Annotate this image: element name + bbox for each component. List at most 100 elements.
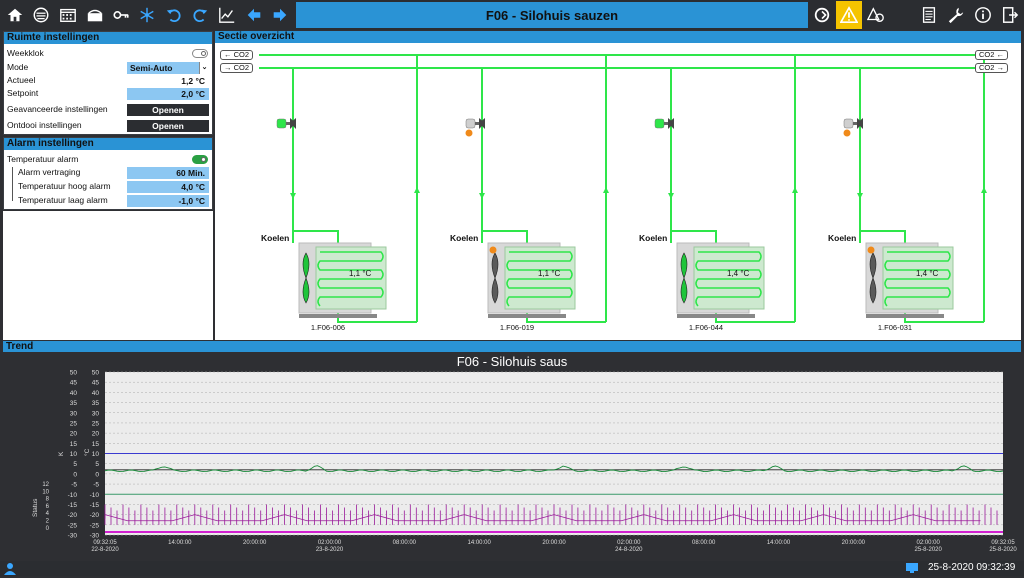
laag-input[interactable]: -1,0 °C xyxy=(127,195,209,207)
arrow-right-icon[interactable] xyxy=(268,2,292,28)
y-tick-label: 5 xyxy=(95,461,99,468)
unit-temp: 1,1 °C xyxy=(349,269,372,278)
y-tick-label-k: 10 xyxy=(70,451,78,458)
y-tick-label: 10 xyxy=(92,451,100,458)
undo-icon[interactable] xyxy=(162,2,186,28)
y-tick-label-k: -10 xyxy=(68,492,78,499)
y-tick-label-k: 40 xyxy=(70,390,78,397)
arrow-left-icon[interactable] xyxy=(242,2,266,28)
temp-alarm-toggle[interactable] xyxy=(192,155,208,164)
x-tick-label: 20:00:00 xyxy=(542,540,566,546)
y-tick-label-k: 45 xyxy=(70,380,78,387)
calendar-icon[interactable] xyxy=(56,2,80,28)
status-axis-label: Status xyxy=(32,498,39,517)
y-tick-label-k: 5 xyxy=(73,461,77,468)
laag-label: Temperatuur laag alarm xyxy=(18,195,108,205)
status-tick-label: 4 xyxy=(46,511,50,517)
shapes-icon[interactable] xyxy=(863,2,889,28)
x-tick-label: 08:00:00 xyxy=(393,540,417,546)
unit-id[interactable]: 1.F06-031 xyxy=(865,323,925,332)
y-tick-label: 40 xyxy=(92,390,100,397)
y-tick-label-k: 50 xyxy=(70,370,78,377)
status-bar: 25-8-2020 09:32:39 xyxy=(0,561,1024,576)
x-tick-date: 23-8-2020 xyxy=(316,547,344,553)
trend-chart: 5050454540403535303025252020151510105500… xyxy=(32,370,1017,554)
y-tick-label-k: 20 xyxy=(70,431,78,438)
x-tick-label: 20:00:00 xyxy=(842,540,866,546)
y-tick-label: 35 xyxy=(92,400,100,407)
warning-icon[interactable] xyxy=(836,1,862,29)
y-tick-label-k: 25 xyxy=(70,420,78,427)
co2-tag-left-top: ← CO2 xyxy=(220,50,254,60)
y-tick-label: 15 xyxy=(92,441,100,448)
x-tick-label: 02:00:00 xyxy=(916,540,940,546)
x-tick-label: 02:00:00 xyxy=(617,540,641,546)
status-tick-label: 6 xyxy=(46,504,50,510)
vertraging-input[interactable]: 60 Min. xyxy=(127,167,209,179)
unit-temp: 1,4 °C xyxy=(727,269,750,278)
wrench-icon[interactable] xyxy=(943,2,969,28)
co2-tag-left-bottom: → CO2 xyxy=(220,63,254,73)
y-tick-label-k: -5 xyxy=(71,482,77,489)
mode-value: Semi-Auto xyxy=(130,63,173,73)
exit-icon[interactable] xyxy=(997,2,1023,28)
axis-label-k: K xyxy=(58,451,65,456)
y-tick-label-k: -25 xyxy=(68,522,78,529)
y-tick-label: 50 xyxy=(92,370,100,377)
x-tick-label: 02:00:00 xyxy=(318,540,342,546)
dashboard-icon[interactable] xyxy=(29,2,53,28)
monitor-icon xyxy=(905,562,919,577)
setpoint-label: Setpoint xyxy=(7,88,39,98)
setpoint-input[interactable]: 2,0 °C xyxy=(127,88,209,100)
ruimte-panel: Ruimte instellingen Weekklok Mode Semi-A… xyxy=(3,31,213,135)
x-tick-label: 14:00:00 xyxy=(168,540,192,546)
home-icon[interactable] xyxy=(3,2,27,28)
y-tick-label: -5 xyxy=(93,482,99,489)
weekklok-label: Weekklok xyxy=(7,48,44,58)
x-tick-label: 14:00:00 xyxy=(467,540,491,546)
unit-temp: 1,4 °C xyxy=(916,269,939,278)
container-icon[interactable] xyxy=(83,2,107,28)
alarm-panel: Alarm instellingen Temperatuur alarm Ala… xyxy=(3,137,213,210)
status-tick-label: 2 xyxy=(46,519,50,525)
hoog-input[interactable]: 4,0 °C xyxy=(127,181,209,193)
y-tick-label: 0 xyxy=(95,471,99,478)
actueel-value: 1,2 °C xyxy=(181,76,205,86)
geavanceerd-label: Geavanceerde instellingen xyxy=(7,104,108,114)
x-tick-label: 20:00:00 xyxy=(243,540,267,546)
status-tick-label: 8 xyxy=(46,497,50,503)
mode-select[interactable]: Semi-Auto ⌄ xyxy=(127,62,209,74)
top-toolbar: F06 - Silohuis sauzen xyxy=(0,0,1024,30)
x-tick-date: 24-8-2020 xyxy=(615,547,643,553)
snowflake-icon[interactable] xyxy=(135,2,159,28)
key-icon[interactable] xyxy=(109,2,133,28)
datetime: 25-8-2020 09:32:39 xyxy=(928,562,1016,573)
unit-id[interactable]: 1.F06-019 xyxy=(487,323,547,332)
unit-id[interactable]: 1.F06-044 xyxy=(676,323,736,332)
x-tick-label: 09:32:05 xyxy=(991,540,1015,546)
refresh-icon[interactable] xyxy=(809,2,835,28)
chart-icon[interactable] xyxy=(215,2,239,28)
y-tick-label-k: -20 xyxy=(68,512,78,519)
report-icon[interactable] xyxy=(916,2,942,28)
unit-mode-label: Koelen xyxy=(639,233,668,243)
temp-alarm-label: Temperatuur alarm xyxy=(7,154,79,164)
x-tick-label: 08:00:00 xyxy=(692,540,716,546)
y-tick-label: 30 xyxy=(92,410,100,417)
weekklok-toggle[interactable] xyxy=(192,49,208,58)
y-tick-label: -30 xyxy=(90,533,100,540)
page-title: F06 - Silohuis sauzen xyxy=(296,2,808,28)
ontdooi-open-button[interactable]: Openen xyxy=(127,120,209,132)
actueel-label: Actueel xyxy=(7,75,36,85)
redo-icon[interactable] xyxy=(188,2,212,28)
tree-line xyxy=(12,167,13,201)
unit-id[interactable]: 1.F06-006 xyxy=(298,323,358,332)
unit-mode-label: Koelen xyxy=(828,233,857,243)
geavanceerd-open-button[interactable]: Openen xyxy=(127,104,209,116)
y-tick-label-k: 15 xyxy=(70,441,78,448)
status-tick-label: 12 xyxy=(42,482,49,488)
y-tick-label: -25 xyxy=(90,522,100,529)
unit-temp: 1,1 °C xyxy=(538,269,561,278)
vertraging-label: Alarm vertraging xyxy=(18,167,81,177)
info-icon[interactable] xyxy=(970,2,996,28)
